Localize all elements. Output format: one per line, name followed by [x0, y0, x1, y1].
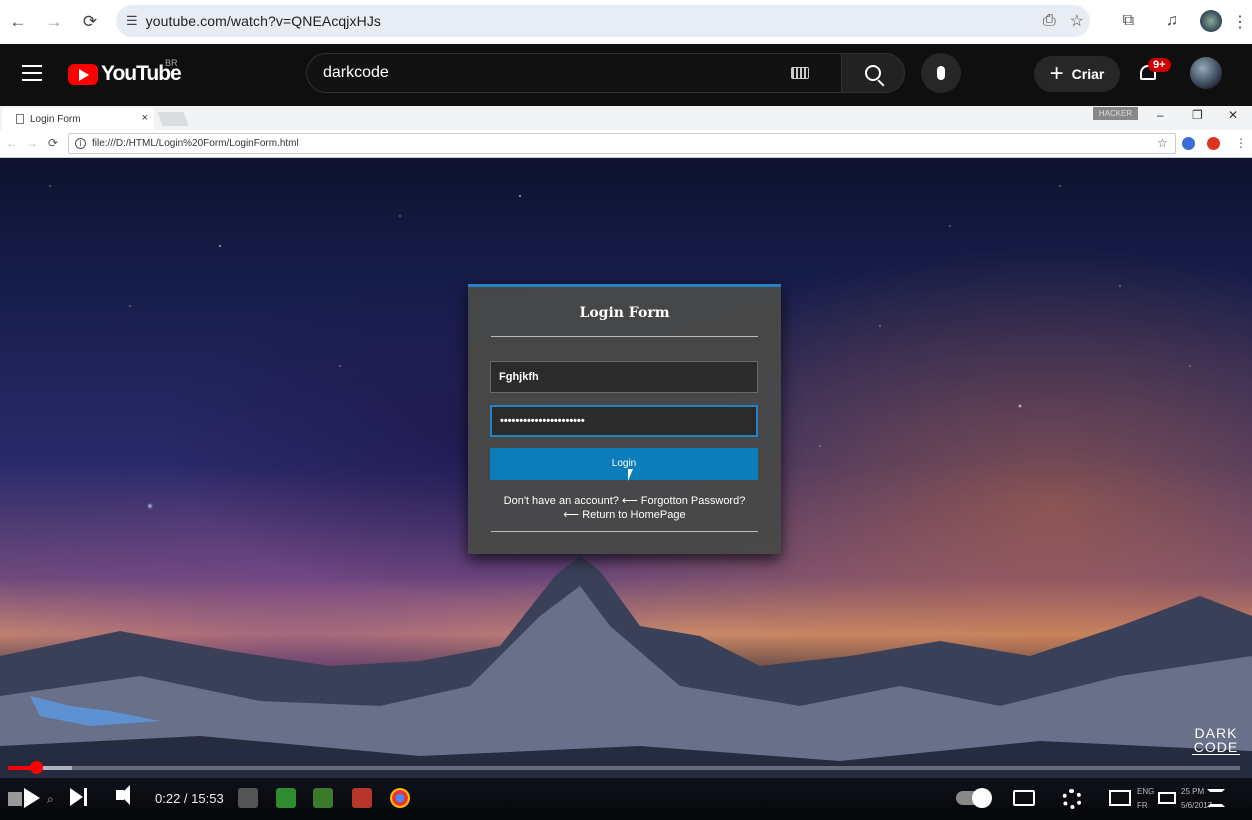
inner-reload-icon[interactable]: ⟳	[48, 136, 58, 150]
channel-watermark: DARK CODE	[1192, 725, 1240, 755]
extension-icon[interactable]	[1182, 137, 1195, 150]
password-input[interactable]: ••••••••••••••••••••••	[490, 405, 758, 437]
volume-icon[interactable]	[116, 785, 130, 805]
username-input[interactable]: Fghjkfh	[490, 361, 758, 393]
miniplayer-icon[interactable]	[1109, 790, 1131, 806]
inner-menu-icon[interactable]: ⋮	[1235, 136, 1247, 150]
browser-toolbar: ← → ⟳ ☰ youtube.com/watch?v=QNEAcqjxHJs …	[0, 0, 1252, 44]
login-form: Login Form Fghjkfh •••••••••••••••••••••…	[468, 284, 781, 554]
youtube-logo[interactable]: YouTube	[68, 62, 182, 86]
install-app-icon[interactable]: ⎙	[1043, 12, 1056, 30]
notification-badge: 9+	[1148, 58, 1171, 72]
region-code: BR	[165, 58, 178, 68]
site-info-icon[interactable]: ☰	[126, 13, 138, 29]
player-controls: ⌕ 0:22 / 15:53 ENG FR 25 PM 5/6/2017	[0, 778, 1252, 820]
media-control-icon[interactable]: ♫	[1166, 12, 1178, 30]
account-avatar[interactable]	[1190, 57, 1222, 89]
taskbar-app-icon	[313, 788, 333, 808]
youtube-play-logo-icon	[68, 63, 98, 85]
taskbar-mail-icon	[238, 788, 258, 808]
forward-icon[interactable]: →	[40, 8, 68, 36]
next-video-icon[interactable]	[70, 788, 83, 806]
taskbar-chrome-icon	[390, 788, 410, 808]
video-player[interactable]: Login Form × HACKER – ❐ ✕ ← → ⟳ i file:/…	[0, 106, 1252, 820]
extensions-icon[interactable]: ⧉	[1123, 12, 1134, 30]
search-icon	[865, 65, 881, 81]
inner-back-icon[interactable]: ←	[6, 136, 18, 150]
inner-browser-tabbar: Login Form × HACKER – ❐ ✕	[0, 106, 1252, 130]
profile-tag: HACKER	[1093, 107, 1138, 120]
windows-start-icon	[8, 792, 22, 806]
next-video-bar	[84, 788, 87, 806]
inner-address-bar[interactable]: i file:///D:/HTML/Login%20Form/LoginForm…	[68, 133, 1176, 154]
subtitles-icon[interactable]	[1013, 790, 1035, 806]
keyboard-icon[interactable]	[791, 67, 809, 79]
address-url: youtube.com/watch?v=QNEAcqjxHJs	[145, 13, 382, 29]
info-icon: i	[75, 138, 86, 149]
form-links: Don't have an account? ⟵ Forgotton Passw…	[468, 494, 781, 522]
create-label: Criar	[1071, 66, 1105, 82]
inner-browser-toolbar: ← → ⟳ i file:///D:/HTML/Login%20Form/Log…	[0, 130, 1252, 158]
login-button[interactable]: Login	[490, 448, 758, 480]
profile-avatar-icon[interactable]	[1200, 10, 1222, 32]
bookmark-star-icon[interactable]: ☆	[1070, 11, 1084, 31]
divider	[491, 336, 758, 337]
language-primary: ENG	[1137, 787, 1155, 796]
back-icon[interactable]: ←	[4, 8, 32, 36]
language-secondary: FR	[1137, 801, 1148, 810]
microphone-icon	[937, 66, 945, 80]
youtube-header: YouTube BR darkcode + Criar 9+	[0, 44, 1252, 106]
taskbar-language: ENG FR	[1137, 785, 1154, 813]
close-tab-icon[interactable]: ×	[142, 112, 148, 124]
inner-forward-icon[interactable]: →	[26, 136, 38, 150]
inner-star-icon[interactable]: ☆	[1157, 136, 1168, 150]
play-icon[interactable]	[24, 788, 40, 808]
theater-mode-icon[interactable]	[1158, 792, 1176, 804]
plus-icon: +	[1049, 60, 1064, 87]
voice-search-button[interactable]	[921, 53, 961, 93]
inner-url-text: file:///D:/HTML/Login%20Form/LoginForm.h…	[92, 138, 299, 149]
reload-icon[interactable]: ⟳	[76, 8, 104, 36]
inner-tab[interactable]: Login Form ×	[2, 108, 154, 130]
minimize-icon[interactable]: –	[1157, 108, 1164, 122]
restore-icon[interactable]: ❐	[1192, 108, 1203, 122]
create-button[interactable]: + Criar	[1034, 56, 1120, 92]
search-query: darkcode	[323, 64, 389, 81]
time-display: 0:22 / 15:53	[155, 791, 224, 806]
close-window-icon[interactable]: ✕	[1228, 108, 1238, 122]
menu-icon[interactable]	[22, 65, 42, 81]
adblock-icon[interactable]	[1207, 137, 1220, 150]
divider	[491, 531, 758, 532]
taskbar-app-icon	[276, 788, 296, 808]
return-homepage-link[interactable]: ⟵ Return to HomePage	[468, 508, 781, 522]
new-tab-button[interactable]	[157, 112, 189, 126]
taskbar-app-icon	[352, 788, 372, 808]
login-form-title: Login Form	[579, 305, 670, 321]
fullscreen-icon[interactable]	[1207, 789, 1225, 807]
search-input[interactable]: darkcode	[306, 53, 842, 93]
document-icon	[16, 114, 24, 124]
search-button[interactable]	[841, 53, 905, 93]
autoplay-toggle[interactable]	[956, 788, 992, 808]
inner-tab-title: Login Form	[30, 113, 81, 125]
mouse-cursor-icon	[628, 469, 633, 481]
settings-gear-icon[interactable]	[1062, 789, 1082, 809]
progress-bar[interactable]	[8, 766, 1240, 770]
address-bar[interactable]: ☰ youtube.com/watch?v=QNEAcqjxHJs ⎙ ☆	[116, 5, 1090, 37]
taskbar-search-icon: ⌕	[47, 792, 54, 806]
account-links[interactable]: Don't have an account? ⟵ Forgotton Passw…	[468, 494, 781, 508]
more-menu-icon[interactable]: ⋮	[1232, 12, 1248, 32]
